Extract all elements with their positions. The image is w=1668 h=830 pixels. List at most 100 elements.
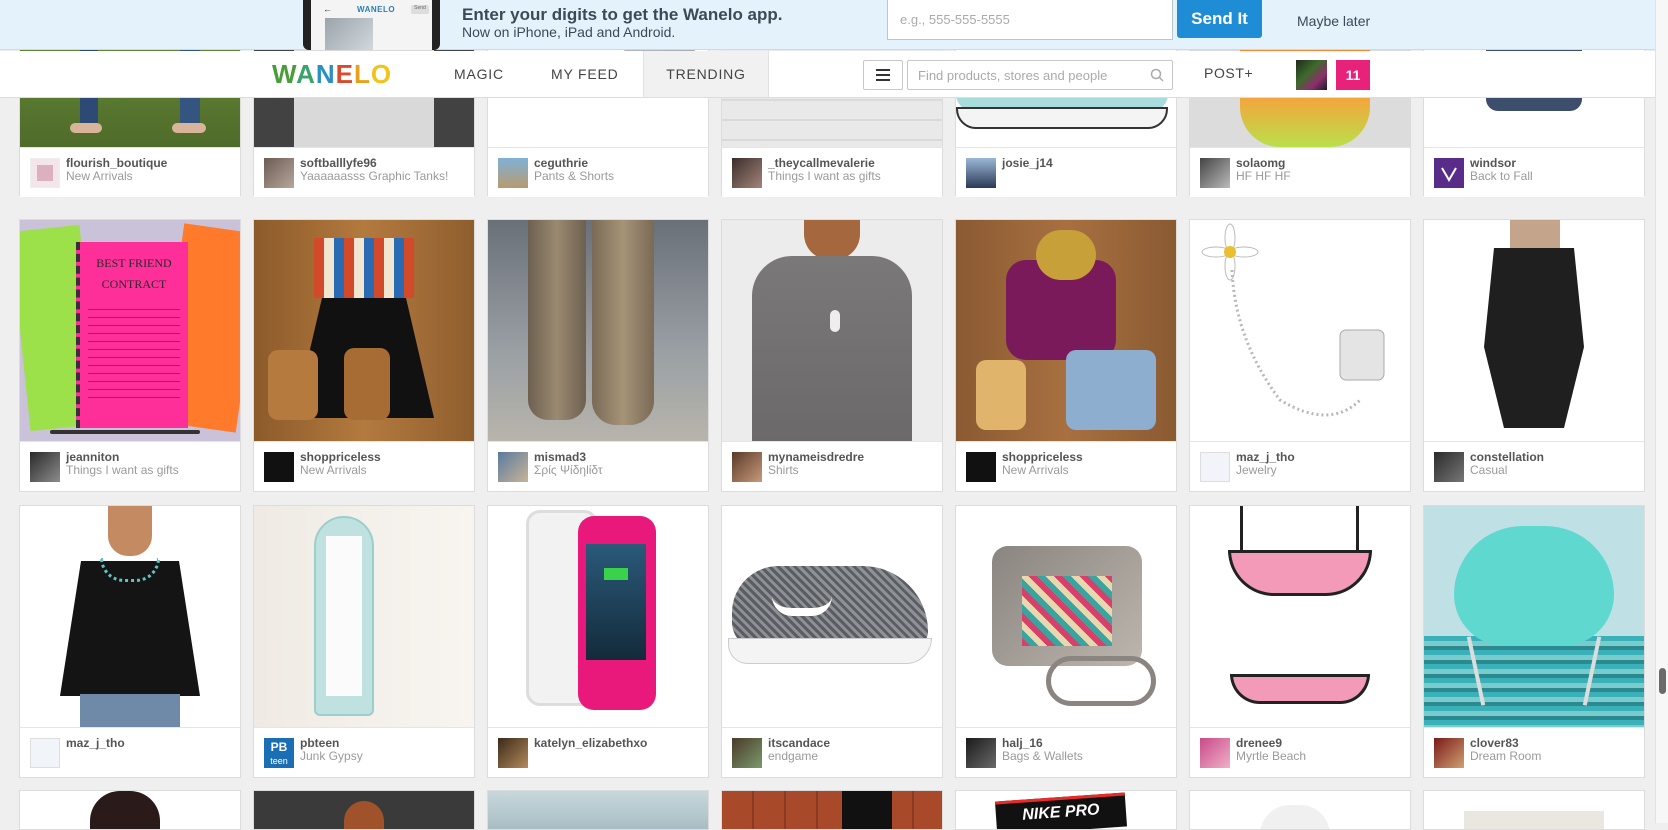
user-avatar[interactable]: PB teen [264, 738, 294, 768]
product-card[interactable]: shoppriceless New Arrivals [253, 219, 475, 492]
user-avatar[interactable] [732, 452, 762, 482]
product-image[interactable] [488, 506, 708, 727]
product-card[interactable]: itscandace endgame [721, 505, 943, 778]
collection-name[interactable]: Junk Gypsy [300, 749, 363, 763]
product-image[interactable] [956, 220, 1176, 441]
send-it-button[interactable]: Send It [1177, 0, 1262, 38]
product-image[interactable] [1190, 791, 1410, 829]
collection-name[interactable]: Casual [1470, 463, 1507, 477]
collection-name[interactable]: Jewelry [1236, 463, 1277, 477]
user-avatar[interactable] [1434, 452, 1464, 482]
username[interactable]: mynameisdredre [768, 450, 864, 464]
user-avatar[interactable] [30, 738, 60, 768]
collection-name[interactable]: HF HF HF [1236, 169, 1291, 183]
user-avatar[interactable] [732, 158, 762, 188]
profile-avatar[interactable] [1296, 60, 1327, 90]
product-card[interactable]: shoppriceless New Arrivals [955, 219, 1177, 492]
product-image[interactable]: BEST FRIEND CONTRACT [20, 220, 240, 441]
tab-magic[interactable]: MAGIC [454, 51, 504, 97]
menu-button[interactable] [863, 60, 903, 90]
product-card[interactable]: constellation Casual [1423, 219, 1645, 492]
collection-name[interactable]: Dream Room [1470, 749, 1541, 763]
collection-name[interactable]: Bags & Wallets [1002, 749, 1083, 763]
notification-badge[interactable]: 11 [1336, 60, 1370, 90]
collection-name[interactable]: Things I want as gifts [66, 463, 179, 477]
product-card[interactable]: mismad3 Σρίς Ψίδηlίδτ [487, 219, 709, 492]
product-image[interactable] [956, 506, 1176, 727]
product-image[interactable] [1424, 791, 1644, 829]
search-icon[interactable] [1150, 68, 1164, 82]
user-avatar[interactable] [264, 158, 294, 188]
product-card[interactable] [1423, 790, 1645, 830]
collection-name[interactable]: Myrtle Beach [1236, 749, 1306, 763]
user-avatar[interactable] [732, 738, 762, 768]
product-card[interactable] [487, 790, 709, 830]
username[interactable]: drenee9 [1236, 736, 1282, 750]
product-image[interactable] [254, 506, 474, 727]
product-card[interactable] [721, 790, 943, 830]
product-card[interactable] [253, 790, 475, 830]
product-image[interactable] [488, 791, 708, 829]
username[interactable]: shoppriceless [1002, 450, 1083, 464]
phone-number-input[interactable] [887, 0, 1173, 40]
maybe-later-link[interactable]: Maybe later [1297, 13, 1370, 29]
user-avatar[interactable] [966, 452, 996, 482]
product-image[interactable] [254, 220, 474, 441]
tab-my-feed[interactable]: MY FEED [551, 51, 619, 97]
product-image[interactable] [722, 506, 942, 727]
product-image[interactable] [20, 791, 240, 829]
user-avatar[interactable] [498, 452, 528, 482]
username[interactable]: mismad3 [534, 450, 586, 464]
user-avatar[interactable] [498, 738, 528, 768]
collection-name[interactable]: New Arrivals [1002, 463, 1069, 477]
user-avatar[interactable] [1200, 452, 1230, 482]
product-card[interactable]: mynameisdredre Shirts [721, 219, 943, 492]
product-image[interactable] [722, 791, 942, 829]
username[interactable]: _theycallmevalerie [768, 156, 875, 170]
user-avatar[interactable] [966, 158, 996, 188]
user-avatar[interactable] [264, 452, 294, 482]
collection-name[interactable]: endgame [768, 749, 818, 763]
username[interactable]: katelyn_elizabethxo [534, 736, 647, 750]
username[interactable]: itscandace [768, 736, 830, 750]
user-avatar[interactable] [1200, 738, 1230, 768]
product-card[interactable]: clover83 Dream Room [1423, 505, 1645, 778]
username[interactable]: maz_j_tho [1236, 450, 1295, 464]
collection-name[interactable]: Σρίς Ψίδηlίδτ [534, 463, 603, 477]
username[interactable]: clover83 [1470, 736, 1519, 750]
product-image[interactable] [254, 791, 474, 829]
username[interactable]: maz_j_tho [66, 736, 125, 750]
product-card[interactable]: maz_j_tho [19, 505, 241, 778]
post-button[interactable]: POST+ [1204, 65, 1253, 81]
product-image[interactable] [20, 506, 240, 727]
user-avatar[interactable] [30, 452, 60, 482]
user-avatar[interactable] [1434, 158, 1464, 188]
collection-name[interactable]: Yaaaaaasss Graphic Tanks! [300, 169, 448, 183]
username[interactable]: flourish_boutique [66, 156, 167, 170]
username[interactable]: windsor [1470, 156, 1516, 170]
user-avatar[interactable] [498, 158, 528, 188]
product-card[interactable]: maz_j_tho Jewelry [1189, 219, 1411, 492]
username[interactable]: josie_j14 [1002, 156, 1053, 170]
product-card[interactable]: PB teen pbteen Junk Gypsy [253, 505, 475, 778]
user-avatar[interactable] [1434, 738, 1464, 768]
product-card[interactable]: BEST FRIEND CONTRACT jeanniton Things I … [19, 219, 241, 492]
product-image[interactable] [1190, 220, 1410, 441]
username[interactable]: solaomg [1236, 156, 1285, 170]
wanelo-logo[interactable]: WANELO [272, 59, 392, 90]
tab-trending[interactable]: TRENDING [643, 51, 769, 97]
username[interactable]: softballlyfe96 [300, 156, 377, 170]
product-image[interactable] [488, 220, 708, 441]
product-card[interactable]: katelyn_elizabethxo [487, 505, 709, 778]
user-avatar[interactable] [966, 738, 996, 768]
product-card[interactable]: drenee9 Myrtle Beach [1189, 505, 1411, 778]
username[interactable]: jeanniton [66, 450, 119, 464]
collection-name[interactable]: New Arrivals [66, 169, 133, 183]
collection-name[interactable]: Pants & Shorts [534, 169, 614, 183]
collection-name[interactable]: Shirts [768, 463, 799, 477]
product-card[interactable] [19, 790, 241, 830]
product-card[interactable]: NIKE PRO [955, 790, 1177, 830]
product-card[interactable] [1189, 790, 1411, 830]
product-card[interactable]: halj_16 Bags & Wallets [955, 505, 1177, 778]
product-image[interactable] [1190, 506, 1410, 727]
